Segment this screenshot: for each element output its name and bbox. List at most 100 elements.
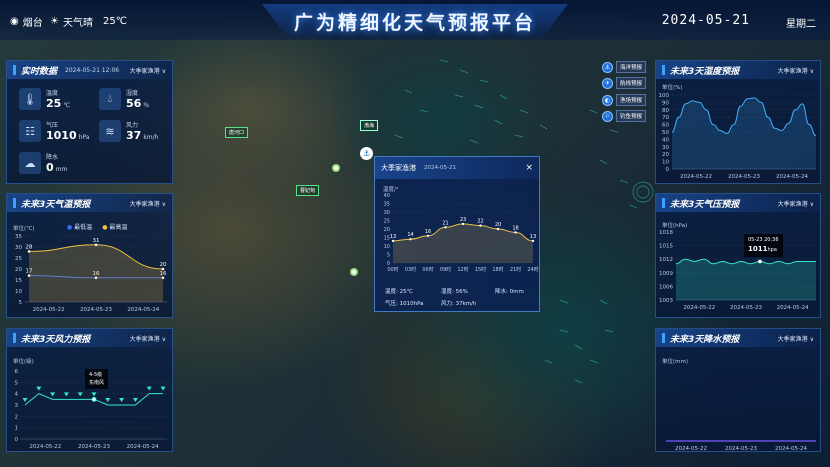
y-tick-label: 10: [384, 244, 390, 250]
map-label-caofeidian[interactable]: 曹妃甸: [296, 185, 320, 196]
realtime-title: 实时数据: [21, 66, 58, 77]
x-tick-label: 06时: [422, 266, 433, 273]
temp-legend: ● 最低温 ● 最高温: [67, 222, 127, 231]
y-tick-label: 20: [15, 267, 22, 273]
rain-icon: ☁: [19, 152, 41, 174]
x-tick-label: 2024-05-24: [776, 174, 808, 180]
y-tick-label: 1009: [659, 271, 673, 277]
map-label-tanghekou[interactable]: 唐河口: [225, 127, 249, 138]
pressure-tooltip: 05-23 20:36 1011hpa: [744, 234, 783, 257]
x-tick-label: 03时: [405, 266, 416, 273]
wind-arrow: [146, 386, 152, 391]
x-tick-label: 18时: [492, 266, 503, 273]
hook-icon: ⚐: [602, 110, 613, 122]
close-icon[interactable]: ×: [525, 163, 533, 173]
y-tick-label: 40: [384, 193, 390, 199]
x-tick-label: 2024-05-22: [675, 446, 707, 452]
map-label-bohai[interactable]: 渤海: [360, 120, 379, 131]
y-tick-label: 5: [15, 380, 19, 386]
data-label: 20: [495, 222, 501, 228]
x-tick-label: 24时: [527, 266, 538, 273]
quick-button-fishery[interactable]: ◐ 渔场预报: [602, 94, 647, 106]
y-tick-label: 15: [15, 278, 22, 284]
anchor-icon[interactable]: ⚓: [360, 147, 373, 160]
y-tick-label: 20: [384, 227, 390, 233]
data-point: [426, 234, 430, 237]
wind-arrow: [63, 392, 69, 397]
y-tick-label: 1018: [659, 230, 673, 236]
y-tick-label: 60: [662, 123, 669, 129]
popup-humidity: 湿度: 56%: [441, 289, 468, 295]
x-tick-label: 2024-05-23: [730, 305, 762, 311]
y-tick-label: 1006: [659, 284, 673, 290]
station-select[interactable]: 大季家渔港 ∨: [778, 199, 814, 208]
data-label: 13: [530, 234, 536, 240]
temp-forecast-panel: 未来3天气温预报 大季家渔港 ∨ 单位(℃) ● 最低温 ● 最高温 5 10 15…: [6, 193, 173, 318]
map-pin[interactable]: [332, 164, 340, 172]
y-tick-label: 35: [15, 234, 22, 240]
wind-arrow: [50, 392, 56, 397]
map-pin[interactable]: [350, 268, 358, 276]
data-point: [496, 227, 500, 231]
station-select[interactable]: 大季家渔港 ∨: [778, 66, 814, 75]
y-tick-label: 0: [15, 437, 19, 443]
wind-arrow: [22, 398, 28, 402]
y-tick-label: 1015: [659, 244, 673, 250]
quick-button-ocean[interactable]: ⚓ 海洋预报: [602, 61, 647, 73]
fish-icon: ◐: [602, 94, 613, 106]
x-tick-label: 21时: [510, 266, 521, 273]
x-tick-label: 2024-05-23: [80, 307, 112, 313]
wind-arrow: [36, 386, 42, 391]
x-tick-label: 15时: [475, 266, 486, 273]
data-point: [409, 238, 412, 241]
x-tick-label: 2024-05-22: [33, 307, 65, 313]
wind-arrow: [132, 398, 138, 402]
y-tick-label: 20: [662, 152, 669, 158]
y-tick-label: 70: [662, 115, 669, 121]
y-tick-label: 30: [662, 145, 669, 151]
quick-button-fishing[interactable]: ⚐ 钓鱼预报: [602, 110, 647, 122]
pressure-forecast-title: 未来3天气压预报: [670, 199, 740, 210]
highlight-point: [758, 259, 762, 264]
y-tick-label: 25: [15, 256, 22, 262]
y-tick-label: 5: [387, 253, 390, 259]
x-tick-label: 2024-05-23: [78, 444, 110, 450]
pressure-forecast-panel: 未来3天气压预报 大季家渔港 ∨ 单位(hPa) 1003 1006 1009 101…: [655, 193, 821, 318]
station-select[interactable]: 大季家渔港 ∨: [130, 199, 166, 208]
x-tick-label: 2024-05-24: [127, 307, 159, 313]
humidity-chart: 010 2030 405060 7080 90100 2024-05-22 2024-05-…: [659, 93, 817, 180]
data-label: 22: [477, 219, 483, 225]
realtime-humidity: 💧︎ 湿度 56%: [99, 88, 149, 110]
quick-button-route[interactable]: ✈ 航线预报: [602, 77, 647, 89]
station-select[interactable]: 大季家渔港 ∨: [130, 334, 166, 343]
y-tick-label: 4: [15, 392, 19, 398]
y-tick-label: 6: [15, 369, 19, 375]
data-point: [461, 222, 465, 226]
popup-date: 2024-05-21: [424, 165, 456, 171]
rain-unit: 单位(mm): [662, 359, 689, 365]
data-label: 16: [425, 229, 431, 235]
chevron-down-icon: ∨: [809, 67, 814, 75]
legend-max[interactable]: ● 最高温: [102, 222, 127, 231]
data-point: [444, 226, 447, 229]
popup-wind: 风力: 37km/h: [441, 301, 477, 307]
wind-unit: 单位(级): [13, 359, 34, 365]
station-select[interactable]: 大季家渔港 ∨: [778, 334, 814, 343]
x-tick-label: 2024-05-23: [725, 446, 757, 452]
popup-chart: 05101520253035401300时1403时1606时2109时2312…: [384, 193, 539, 273]
pressure-icon: ☷: [19, 120, 41, 142]
popup-temp: 温度: 25℃: [385, 289, 413, 295]
data-point: [391, 239, 395, 243]
station-select[interactable]: 大季家渔港 ∨: [130, 66, 166, 75]
legend-min[interactable]: ● 最低温: [67, 222, 92, 231]
humidity-forecast-panel: 未来3天湿度预报 大季家渔港 ∨ 单位(%) 0 10 20 30 40 50 60 70 80…: [655, 60, 821, 184]
popup-pressure: 气压: 1010hPa: [385, 301, 424, 307]
x-tick-label: 2024-05-22: [680, 174, 712, 180]
cyclone-swirl: [632, 181, 654, 203]
humidity-unit: 单位(%): [662, 85, 683, 91]
y-tick-label: 30: [15, 245, 22, 251]
y-tick-label: 1003: [659, 298, 673, 304]
y-tick-label: 3: [15, 403, 19, 409]
realtime-temperature: 🌡︎ 温度 25 ℃: [19, 88, 70, 110]
station-popup: 大季家渔港 2024-05-21 × 温度/° 0 5 10 15 20 25 30 35 40…: [374, 156, 540, 312]
